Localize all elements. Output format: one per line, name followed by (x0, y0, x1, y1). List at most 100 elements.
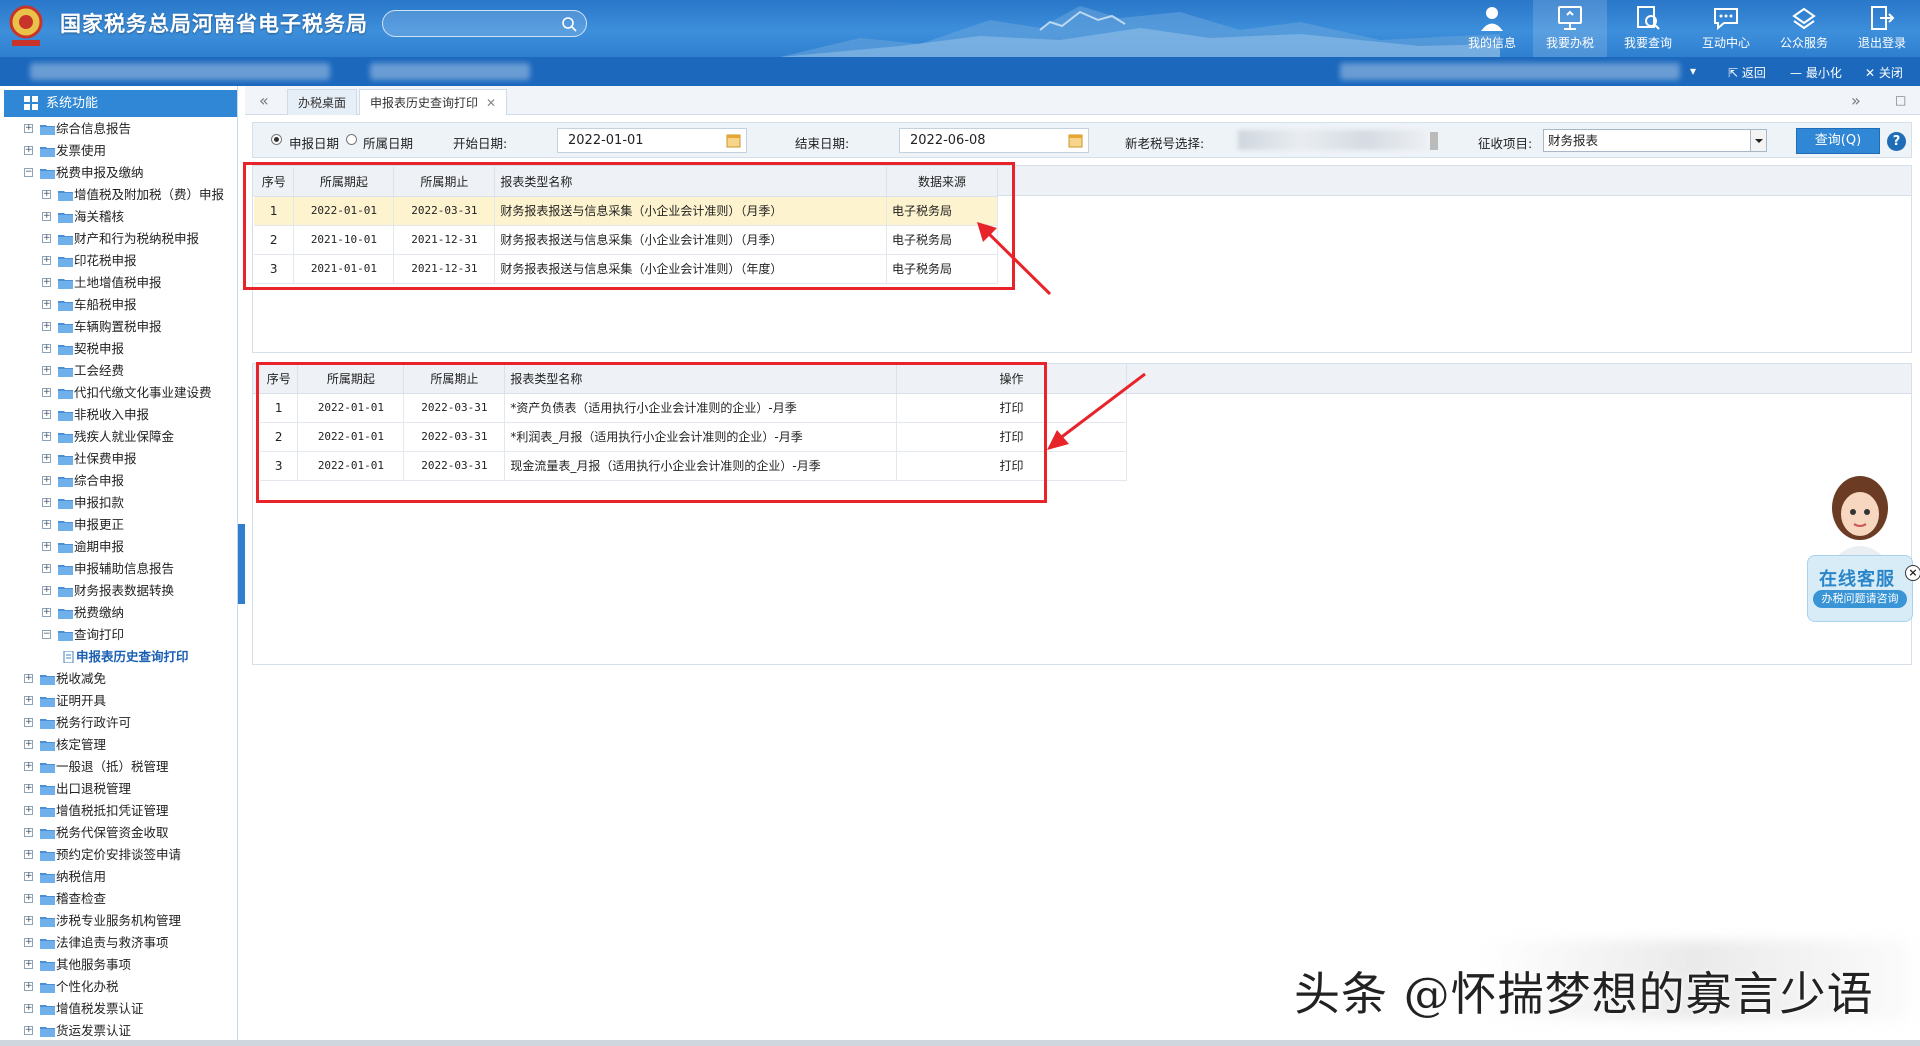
online-customer-service-widget[interactable]: 在线客服 办税问题请咨询 × (1805, 470, 1920, 625)
service-subtitle[interactable]: 办税问题请咨询 (1813, 590, 1907, 608)
tab-scroll-left-icon[interactable]: « (259, 91, 269, 110)
sidebar-item[interactable]: + 增值税及附加税（费）申报 (0, 184, 237, 206)
period-date-radio[interactable] (346, 134, 357, 145)
header-search-input[interactable] (382, 10, 587, 37)
expand-icon[interactable]: + (24, 872, 33, 881)
expand-icon[interactable]: + (42, 190, 51, 199)
sidebar-item[interactable]: + 残疾人就业保障金 (0, 426, 237, 448)
nav-interaction-center[interactable]: 互动中心 (1689, 0, 1763, 57)
sidebar-item[interactable]: + 个性化办税 (0, 976, 237, 998)
sidebar-item[interactable]: + 契税申报 (0, 338, 237, 360)
chevron-down-icon[interactable] (1750, 130, 1766, 151)
sidebar-item[interactable]: + 法律追责与救济事项 (0, 932, 237, 954)
expand-icon[interactable]: + (42, 608, 51, 617)
sidebar-item[interactable]: + 申报辅助信息报告 (0, 558, 237, 580)
sidebar-item[interactable]: + 海关稽核 (0, 206, 237, 228)
sidebar-item[interactable]: + 综合信息报告 (0, 118, 237, 140)
sidebar-item[interactable]: + 稽查检查 (0, 888, 237, 910)
minimize-button[interactable]: — 最小化 (1790, 64, 1842, 81)
expand-icon[interactable]: + (24, 674, 33, 683)
expand-icon[interactable]: + (24, 938, 33, 947)
expand-icon[interactable]: + (24, 740, 33, 749)
sidebar-item[interactable]: + 土地增值税申报 (0, 272, 237, 294)
expand-icon[interactable]: + (42, 344, 51, 353)
sidebar-item[interactable]: + 其他服务事项 (0, 954, 237, 976)
expand-icon[interactable]: + (42, 542, 51, 551)
expand-icon[interactable]: + (24, 850, 33, 859)
expand-icon[interactable]: + (42, 388, 51, 397)
sidebar-item[interactable]: + 证明开具 (0, 690, 237, 712)
sidebar-item[interactable]: + 申报更正 (0, 514, 237, 536)
declare-date-radio[interactable] (271, 134, 282, 145)
help-icon[interactable]: ? (1887, 132, 1906, 151)
sidebar-item[interactable]: − 税费申报及缴纳 (0, 162, 237, 184)
expand-icon[interactable]: + (24, 894, 33, 903)
expand-icon[interactable]: + (42, 564, 51, 573)
nav-logout[interactable]: 退出登录 (1845, 0, 1919, 57)
sidebar-item[interactable]: + 发票使用 (0, 140, 237, 162)
sidebar-item[interactable]: + 增值税发票认证 (0, 998, 237, 1020)
expand-icon[interactable]: + (24, 124, 33, 133)
expand-icon[interactable]: + (24, 696, 33, 705)
sidebar-item[interactable]: + 增值税抵扣凭证管理 (0, 800, 237, 822)
expand-icon[interactable]: + (42, 520, 51, 529)
expand-icon[interactable]: + (24, 784, 33, 793)
chevron-down-icon[interactable]: ▾ (1690, 64, 1696, 78)
tab-history-print[interactable]: 申报表历史查询打印 ✕ (359, 89, 508, 115)
sidebar-item[interactable]: + 社保费申报 (0, 448, 237, 470)
maximize-icon[interactable]: □ (1895, 93, 1906, 107)
expand-icon[interactable]: + (24, 960, 33, 969)
sidebar-item[interactable]: + 非税收入申报 (0, 404, 237, 426)
nav-query[interactable]: 我要查询 (1611, 0, 1685, 57)
nav-tax-handling[interactable]: 我要办税 (1533, 0, 1607, 57)
expand-icon[interactable]: + (24, 1026, 33, 1035)
nav-public-service[interactable]: 公众服务 (1767, 0, 1841, 57)
expand-icon[interactable]: + (24, 828, 33, 837)
sidebar-item[interactable]: − 查询打印 (0, 624, 237, 646)
expand-icon[interactable]: + (42, 586, 51, 595)
start-date-input[interactable]: 2022-01-01 (557, 128, 747, 153)
collapse-icon[interactable]: − (24, 168, 33, 177)
search-icon[interactable] (561, 16, 577, 32)
query-button[interactable]: 查询(Q) (1796, 128, 1880, 154)
sidebar-item[interactable]: + 一般退（抵）税管理 (0, 756, 237, 778)
expand-icon[interactable]: + (42, 432, 51, 441)
close-button[interactable]: ✕ 关闭 (1865, 64, 1903, 81)
sidebar-item[interactable]: + 综合申报 (0, 470, 237, 492)
sidebar-item[interactable]: + 逾期申报 (0, 536, 237, 558)
sidebar-item[interactable]: + 车船税申报 (0, 294, 237, 316)
expand-icon[interactable]: + (24, 146, 33, 155)
expand-icon[interactable]: + (24, 718, 33, 727)
taxno-select-redacted[interactable] (1238, 130, 1428, 150)
sidebar-item[interactable]: + 税务行政许可 (0, 712, 237, 734)
collapse-icon[interactable]: − (42, 630, 51, 639)
expand-icon[interactable]: + (42, 366, 51, 375)
expand-icon[interactable]: + (42, 498, 51, 507)
expand-icon[interactable]: + (24, 762, 33, 771)
sidebar-item[interactable]: + 车辆购置税申报 (0, 316, 237, 338)
sidebar-item[interactable]: 申报表历史查询打印 (0, 646, 237, 668)
sidebar-item[interactable]: + 工会经费 (0, 360, 237, 382)
sidebar-item[interactable]: + 印花税申报 (0, 250, 237, 272)
expand-icon[interactable]: + (24, 916, 33, 925)
expand-icon[interactable]: + (42, 454, 51, 463)
expand-icon[interactable]: + (42, 256, 51, 265)
tab-scroll-right-icon[interactable]: » (1851, 91, 1861, 110)
sidebar-item[interactable]: + 财产和行为税纳税申报 (0, 228, 237, 250)
expand-icon[interactable]: + (24, 1004, 33, 1013)
sidebar-item[interactable]: + 税收减免 (0, 668, 237, 690)
expand-icon[interactable]: + (42, 212, 51, 221)
sidebar-item[interactable]: + 申报扣款 (0, 492, 237, 514)
sidebar-item[interactable]: + 货运发票认证 (0, 1020, 237, 1042)
tab-tax-desktop[interactable]: 办税桌面 (287, 89, 358, 115)
nav-my-info[interactable]: 我的信息 (1455, 0, 1529, 57)
sidebar-collapse-handle[interactable] (238, 524, 245, 604)
sidebar-item[interactable]: + 出口退税管理 (0, 778, 237, 800)
expand-icon[interactable]: + (42, 300, 51, 309)
sidebar-item[interactable]: + 纳税信用 (0, 866, 237, 888)
end-date-input[interactable]: 2022-06-08 (899, 128, 1089, 153)
sidebar-item[interactable]: + 财务报表数据转换 (0, 580, 237, 602)
expand-icon[interactable]: + (24, 806, 33, 815)
calendar-icon[interactable] (726, 133, 741, 148)
expand-icon[interactable]: + (24, 982, 33, 991)
